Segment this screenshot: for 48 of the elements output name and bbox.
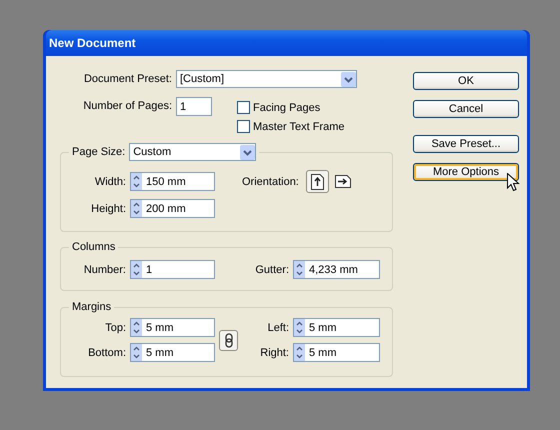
field-label: Top: — [104, 322, 126, 334]
spinner-icon[interactable] — [294, 261, 305, 278]
group-title: Margins — [72, 301, 112, 313]
checkbox-label: Facing Pages — [253, 102, 320, 114]
field-label: Width: — [94, 176, 126, 188]
spin-field[interactable]: 5 mm — [130, 343, 215, 362]
link-button[interactable] — [219, 330, 238, 350]
dialog-button[interactable]: OK — [413, 72, 519, 90]
pages-field[interactable]: 1 — [176, 97, 212, 116]
field-label: Gutter: — [254, 264, 289, 276]
window-title: New Document — [49, 36, 136, 50]
pointer-icon — [507, 173, 520, 192]
spin-field[interactable]: 200 mm — [130, 199, 215, 218]
field-label: Left: — [266, 322, 289, 334]
dialog-button[interactable]: Cancel — [413, 100, 519, 118]
spinner-icon[interactable] — [131, 173, 142, 190]
landscape-page-icon — [334, 175, 351, 188]
preset-dropdown[interactable]: [Custom] — [176, 70, 357, 88]
field-label: Number: — [82, 264, 126, 276]
spinner-icon[interactable] — [131, 261, 142, 278]
field-label: Number of Pages: — [82, 99, 172, 112]
field-label: Orientation: — [242, 176, 299, 188]
spinner-icon[interactable] — [131, 344, 142, 361]
portrait-page-icon — [310, 174, 324, 190]
group-title: Columns — [72, 241, 116, 253]
field-label: Bottom: — [87, 346, 126, 358]
field-label: Height: — [90, 202, 126, 214]
spinner-icon[interactable] — [294, 344, 305, 361]
checkbox[interactable] — [237, 101, 250, 114]
spin-field[interactable]: 5 mm — [293, 343, 380, 362]
spin-field[interactable]: 5 mm — [130, 318, 215, 337]
field-label: Page Size: — [72, 146, 126, 158]
spinner-icon[interactable] — [131, 200, 142, 217]
field-label: Document Preset: — [82, 73, 172, 85]
spin-field[interactable]: 150 mm — [130, 172, 215, 191]
spin-field[interactable]: 5 mm — [293, 318, 380, 337]
page-size-dropdown[interactable]: Custom — [129, 143, 256, 161]
spin-field[interactable]: 4,233 mm — [293, 260, 380, 279]
checkbox[interactable] — [237, 120, 250, 133]
chain-icon — [224, 332, 232, 348]
checkbox-label: Master Text Frame — [253, 120, 344, 132]
orientation-button[interactable] — [306, 170, 329, 193]
orientation-button[interactable] — [334, 172, 352, 190]
dialog-button[interactable]: Save Preset... — [413, 135, 519, 153]
spinner-icon[interactable] — [131, 319, 142, 336]
spinner-icon[interactable] — [294, 319, 305, 336]
field-label: Right: — [259, 346, 289, 358]
spin-field[interactable]: 1 — [130, 260, 215, 279]
